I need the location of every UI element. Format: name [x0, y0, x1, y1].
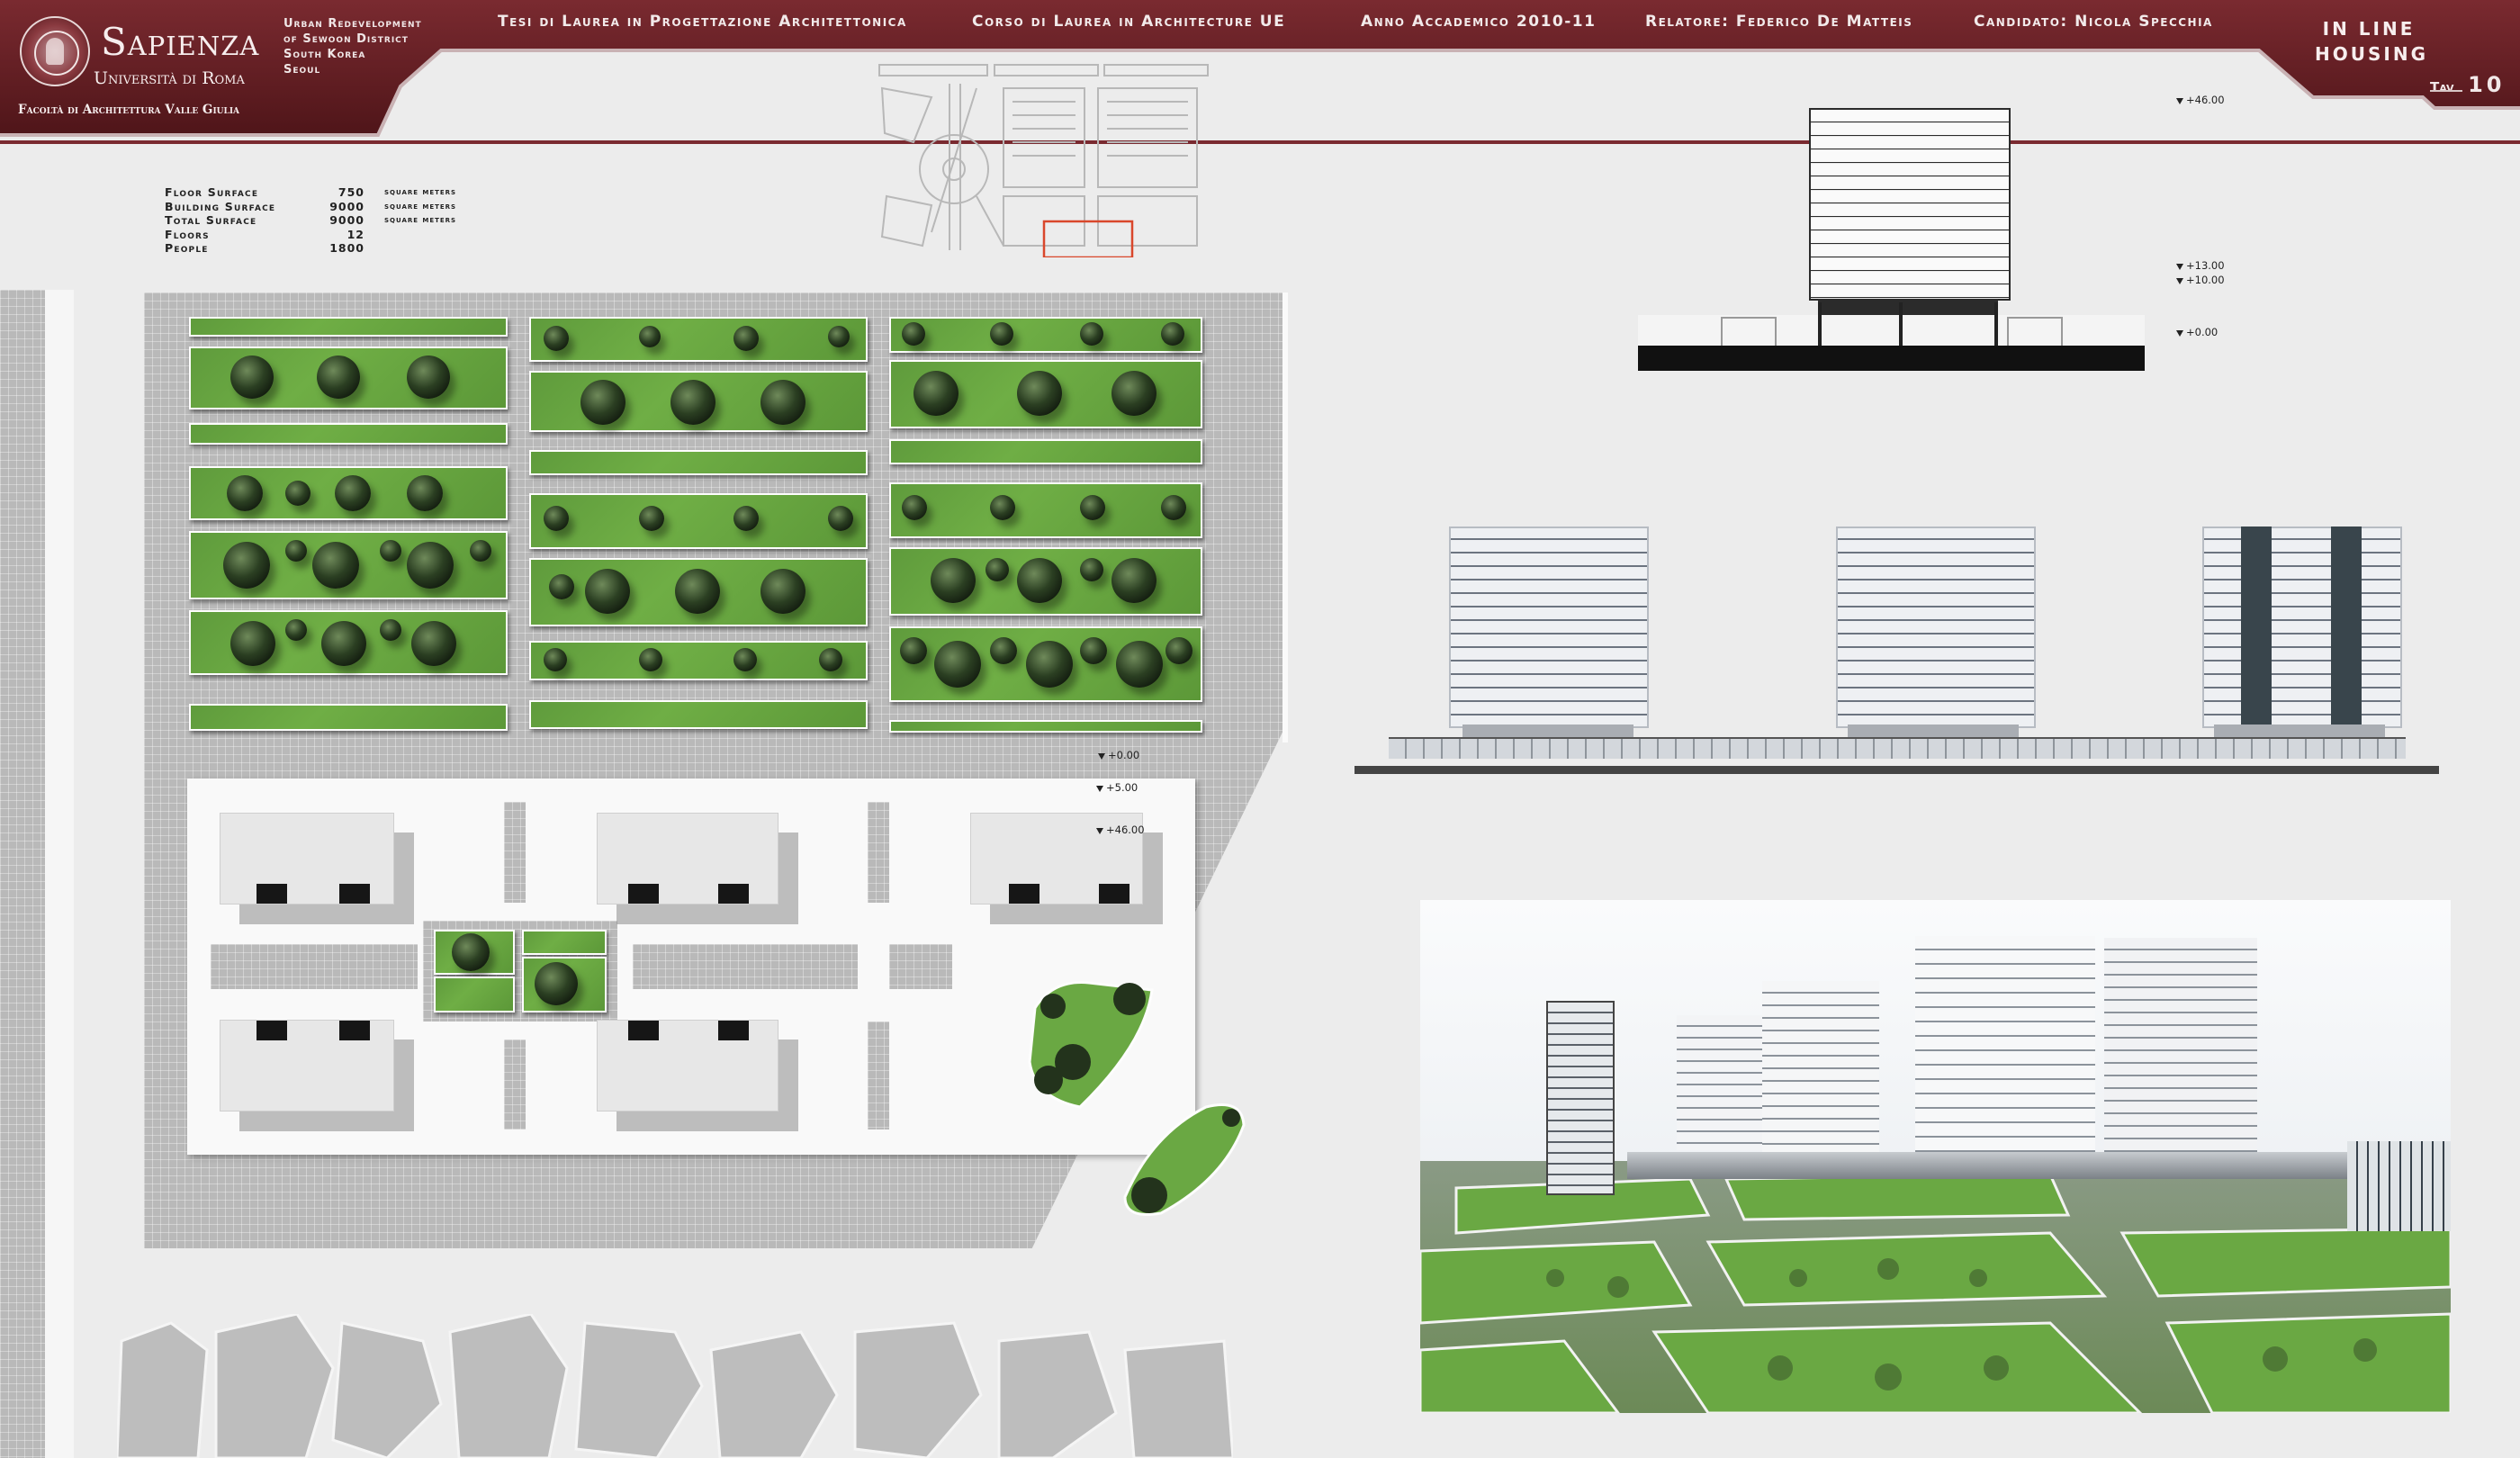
green-strip	[889, 720, 1202, 733]
green-strip	[529, 371, 868, 432]
stats-row: Total Surface 9000 square meters	[165, 213, 457, 227]
candidate-label: Candidato: Nicola Specchia	[1974, 13, 2213, 31]
green-strip	[189, 704, 508, 731]
thesis-label: Tesi di Laurea in Progettazione Architet…	[498, 13, 907, 31]
green-strip	[189, 346, 508, 410]
stats-row: Floors 12	[165, 227, 364, 241]
tav-underline	[2430, 90, 2462, 92]
section-level: +46.00	[2176, 94, 2225, 106]
stats-row: Building Surface 9000 square meters	[165, 199, 457, 213]
context-buildings	[117, 1314, 1233, 1458]
section-level: +10.00	[2176, 274, 2225, 286]
building-roof	[597, 1020, 778, 1112]
supervisor-label: Relatore: Federico De Matteis	[1645, 13, 1913, 31]
stats-row: People 1800	[165, 241, 364, 255]
green-strip	[889, 482, 1202, 538]
section-level: +13.00	[2176, 259, 2225, 272]
plan-level: +46.00	[1096, 824, 1145, 836]
university-subtitle: Università di Roma	[94, 68, 245, 88]
sheet-title: IN LINE HOUSING	[2315, 18, 2428, 65]
building-roof	[597, 813, 778, 904]
green-strip	[529, 641, 868, 680]
stats-row: Floor Surface 750 square meters	[165, 185, 457, 199]
section-level: +0.00	[2176, 326, 2218, 338]
green-strip	[529, 317, 868, 362]
site-edge	[1282, 292, 1288, 742]
year-label: Anno Accademico 2010-11	[1361, 13, 1597, 31]
sheet-number: Tav 10	[2430, 72, 2506, 97]
green-strip	[889, 547, 1202, 616]
plan-level: +0.00	[1098, 749, 1139, 761]
green-strip	[889, 360, 1202, 428]
green-strip	[889, 439, 1202, 464]
building-section	[1638, 90, 2241, 378]
green-strip	[189, 610, 508, 675]
plan-level: +5.00	[1096, 781, 1138, 794]
course-label: Corso di Laurea in Architecture UE	[972, 13, 1286, 31]
green-strip	[189, 466, 508, 520]
green-strip	[529, 493, 868, 549]
green-strip	[529, 558, 868, 626]
green-islands	[1028, 981, 1246, 1216]
green-strip	[889, 626, 1202, 702]
building-roof	[220, 1020, 394, 1112]
green-strip	[529, 450, 868, 475]
surface-stats-table: Floor Surface 750 square meters Building S…	[165, 185, 456, 256]
perspective-render	[1420, 900, 2451, 1413]
green-strip	[189, 423, 508, 445]
green-strip	[529, 700, 868, 729]
building-elevation	[1354, 518, 2439, 778]
university-name: Sapienza	[101, 20, 260, 64]
green-strip	[889, 317, 1202, 353]
university-seal-icon	[20, 16, 90, 86]
key-map-drawing	[878, 64, 1209, 259]
key-map	[878, 61, 1246, 259]
green-strip	[189, 531, 508, 599]
building-roof	[220, 813, 394, 904]
faculty-name: Facoltà di Architettura Valle Giulia	[18, 103, 240, 117]
selected-area-marker	[1042, 220, 1134, 259]
project-info: Urban Redevelopment of Sewoon District S…	[284, 17, 422, 76]
green-strip	[189, 317, 508, 337]
street-left	[0, 290, 74, 1458]
